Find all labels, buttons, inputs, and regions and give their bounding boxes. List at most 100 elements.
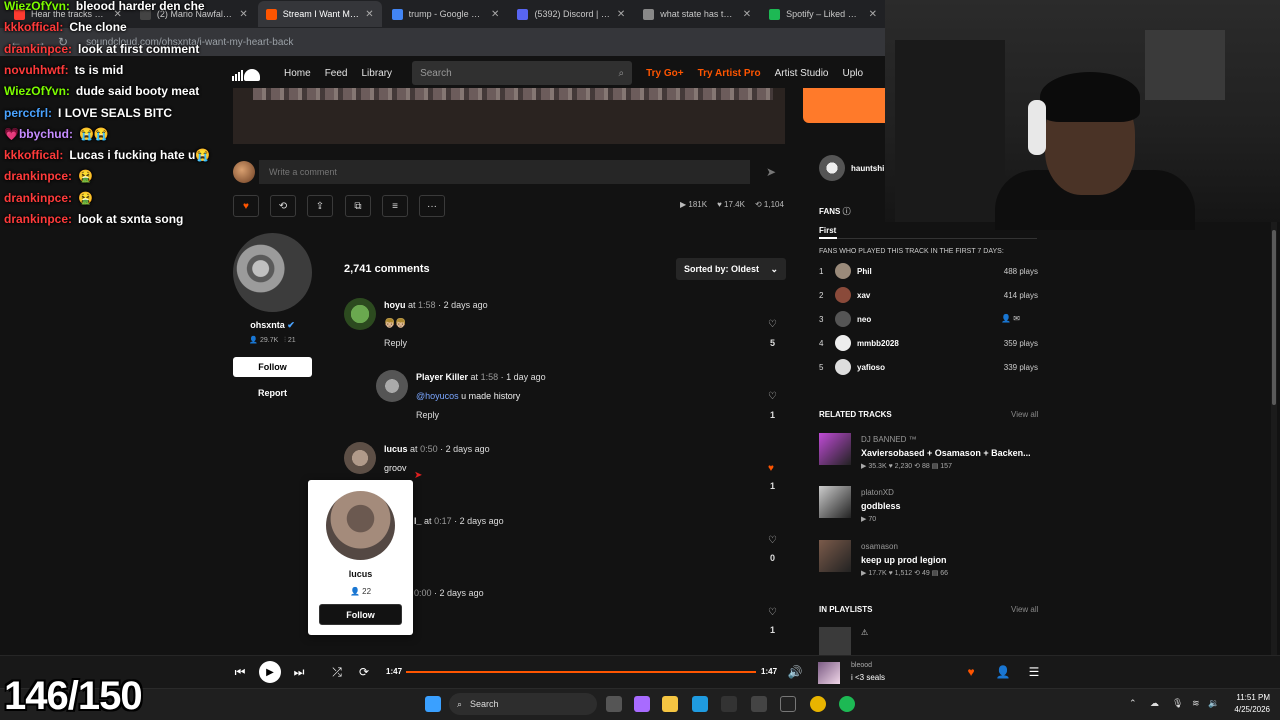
related-track-artist[interactable]: DJ BANNED ™ — [861, 435, 917, 444]
close-tab-icon[interactable]: ✕ — [743, 9, 751, 20]
repost-button[interactable]: ⟲ — [270, 195, 296, 217]
chrome-icon[interactable] — [810, 696, 826, 712]
browser-tab[interactable]: what state has the mo ✕ — [635, 1, 759, 27]
fan-avatar[interactable] — [835, 311, 851, 327]
fan-name[interactable]: mmbb2028 — [857, 339, 899, 348]
related-track-artwork[interactable] — [819, 486, 851, 518]
taskbar-date[interactable]: 4/25/2026 — [1222, 705, 1270, 714]
volume-icon[interactable]: 🔊 — [786, 663, 804, 681]
upload-link[interactable]: Uplo — [842, 68, 863, 79]
promo-box[interactable] — [803, 88, 885, 123]
task-view-icon[interactable] — [606, 696, 622, 712]
try-go-plus-link[interactable]: Try Go+ — [646, 68, 684, 79]
play-button[interactable]: ▶ — [259, 661, 281, 683]
copilot-icon[interactable] — [634, 696, 650, 712]
related-track-artwork[interactable] — [819, 540, 851, 572]
related-track-title[interactable]: keep up prod legion — [861, 555, 947, 565]
playlist-artwork[interactable] — [819, 627, 851, 655]
fan-name[interactable]: neo — [857, 315, 871, 324]
progress-fill[interactable] — [406, 671, 756, 673]
artist-studio-link[interactable]: Artist Studio — [775, 68, 829, 79]
share-button[interactable]: ⇪ — [307, 195, 333, 217]
tray-overflow-icon[interactable]: ⌃ — [1129, 698, 1137, 709]
nav-feed[interactable]: Feed — [325, 68, 348, 79]
uploader-name[interactable]: hauntshi — [851, 164, 884, 173]
repeat-icon[interactable]: ⟳ — [355, 663, 373, 681]
edge-icon[interactable] — [692, 696, 708, 712]
close-tab-icon[interactable]: ✕ — [239, 9, 247, 20]
close-tab-icon[interactable]: ✕ — [365, 9, 373, 20]
comment-like-icon[interactable]: ♡ — [768, 607, 777, 618]
related-track-artist[interactable]: osamason — [861, 542, 898, 551]
playlists-view-all-link[interactable]: View all — [1011, 605, 1038, 614]
related-track-title[interactable]: Xaviersobased + Osamason + Backen... — [861, 448, 1031, 458]
hover-card-avatar[interactable] — [326, 491, 395, 560]
nav-library[interactable]: Library — [361, 68, 392, 79]
soundcloud-logo-icon[interactable] — [232, 65, 266, 81]
hover-card-name[interactable]: lucus — [308, 569, 413, 579]
taskbar-search[interactable]: ⌕ Search — [449, 693, 597, 715]
artist-name[interactable]: ohsxnta ✔ — [233, 320, 312, 331]
close-tab-icon[interactable]: ✕ — [869, 9, 877, 20]
report-link[interactable]: Report — [233, 388, 312, 398]
more-button[interactable]: ··· — [419, 195, 445, 217]
fans-tab-first[interactable]: First — [819, 226, 836, 235]
artist-avatar[interactable] — [233, 233, 312, 312]
steam-icon[interactable] — [751, 696, 767, 712]
queue-icon[interactable]: ☰ — [1025, 663, 1043, 681]
fan-avatar[interactable] — [835, 335, 851, 351]
now-playing-title[interactable]: i <3 seals — [851, 673, 885, 682]
wifi-icon[interactable]: ≋ — [1192, 698, 1200, 709]
related-view-all-link[interactable]: View all — [1011, 410, 1038, 419]
reply-button[interactable]: Reply — [416, 410, 439, 420]
spotify-icon[interactable] — [839, 696, 855, 712]
fan-name[interactable]: yafioso — [857, 363, 885, 372]
close-tab-icon[interactable]: ✕ — [491, 9, 499, 20]
fan-name[interactable]: xav — [857, 291, 870, 300]
follow-user-icon[interactable]: 👤 — [994, 663, 1012, 681]
fan-name[interactable]: Phil — [857, 267, 872, 276]
comment-avatar[interactable] — [344, 298, 376, 330]
related-track-artwork[interactable] — [819, 433, 851, 465]
now-playing-artist[interactable]: bleood — [851, 662, 872, 669]
browser-tab[interactable]: (5392) Discord | @Jopa ✕ — [509, 1, 633, 27]
fan-avatar[interactable] — [835, 287, 851, 303]
related-track-artist[interactable]: platonXD — [861, 488, 894, 497]
info-icon[interactable]: ⓘ — [843, 207, 851, 216]
reply-button[interactable]: Reply — [384, 338, 407, 348]
uploader-avatar[interactable] — [819, 155, 845, 181]
comment-like-icon[interactable]: ♡ — [768, 319, 777, 330]
file-explorer-icon[interactable] — [662, 696, 678, 712]
now-playing-artwork[interactable] — [818, 662, 840, 684]
comment-input[interactable] — [259, 160, 750, 184]
follow-user-icon[interactable]: 👤 ✉ — [978, 314, 1020, 323]
hover-card-follow-button[interactable]: Follow — [319, 604, 402, 625]
browser-tab[interactable]: Stream I Want My Hear ✕ — [257, 1, 382, 27]
microphone-icon[interactable]: 🎙 — [1172, 698, 1183, 709]
like-button[interactable]: ♥ — [233, 195, 259, 217]
copy-link-button[interactable]: ⧉ — [345, 195, 371, 217]
capcut-icon[interactable] — [780, 696, 796, 712]
try-artist-pro-link[interactable]: Try Artist Pro — [698, 68, 761, 79]
comment-like-icon[interactable]: ♡ — [768, 535, 777, 546]
cloud-icon[interactable]: ☁ — [1150, 698, 1159, 709]
shuffle-icon[interactable]: ⤮ — [328, 663, 346, 681]
comment-like-icon[interactable]: ♡ — [768, 391, 777, 402]
close-tab-icon[interactable]: ✕ — [617, 9, 625, 20]
previous-track-icon[interactable]: ⏮ — [231, 663, 249, 681]
search-icon[interactable]: ⌕ — [618, 68, 624, 79]
fan-avatar[interactable] — [835, 263, 851, 279]
follow-artist-button[interactable]: Follow — [233, 357, 312, 377]
taskbar-time[interactable]: 11:51 PM — [1226, 693, 1270, 702]
browser-tab[interactable]: Spotify – Liked Songs ✕ — [761, 1, 885, 27]
comment-avatar[interactable] — [344, 442, 376, 474]
fan-avatar[interactable] — [835, 359, 851, 375]
comment-liked-icon[interactable]: ♥ — [768, 463, 774, 474]
next-track-icon[interactable]: ⏭ — [290, 663, 308, 681]
start-icon[interactable] — [425, 696, 441, 712]
send-comment-icon[interactable]: ➤ — [756, 160, 786, 184]
related-track-title[interactable]: godbless — [861, 501, 901, 511]
like-heart-icon[interactable]: ♥ — [962, 663, 980, 681]
scrollbar-thumb[interactable] — [1272, 230, 1276, 405]
add-to-playlist-button[interactable]: ≡ — [382, 195, 408, 217]
